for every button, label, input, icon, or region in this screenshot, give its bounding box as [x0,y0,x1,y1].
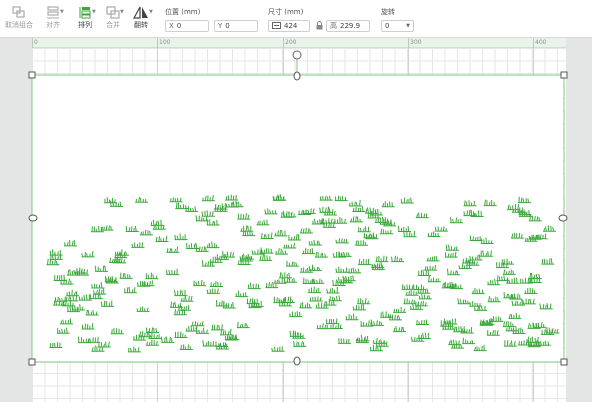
position-y-prefix: Y [218,22,223,30]
arrange-dropdown-caret[interactable]: ▼ [92,9,96,15]
size-width-field[interactable]: 424 [268,20,310,32]
rotate-select[interactable]: 0 ▼ [381,20,414,32]
align-icon [47,6,59,19]
position-y-field[interactable]: Y0 [214,20,258,32]
resize-handle-top[interactable] [293,71,301,81]
size-height-prefix: 高 [330,22,337,30]
align-label: 对齐 [46,21,60,29]
size-width-value: 424 [284,22,298,30]
position-x-value: 0 [176,22,182,30]
resize-handle-bottom-left[interactable] [28,358,36,366]
size-height-field[interactable]: 高 229.9 [326,20,370,32]
ruler-label: 200 [285,39,297,46]
ruler-label: 400 [535,39,547,46]
width-icon [272,22,281,29]
ruler-label: 0 [34,39,38,46]
rotate-dropdown-caret: ▼ [406,23,410,29]
rotate-handle-icon[interactable] [292,50,302,60]
resize-handle-bottom-right[interactable] [560,358,568,366]
ruler-tick [157,38,158,48]
arrange-icon [79,7,91,19]
position-y-value: 0 [225,22,230,30]
size-title: 尺寸 (mm) [268,8,304,16]
lock-icon[interactable] [316,21,323,30]
flip-label: 翻转 [134,21,148,29]
resize-handle-top-left[interactable] [28,71,36,79]
resize-handle-top-right[interactable] [560,71,568,79]
flip-dropdown-caret[interactable]: ▼ [149,9,153,15]
ruler-tick [283,38,284,48]
resize-handle-bottom[interactable] [293,356,301,366]
ruler-tick [533,38,534,48]
position-x-prefix: X [169,22,174,30]
align-dropdown-caret[interactable]: ▼ [60,9,64,15]
position-x-field[interactable]: X0 [165,20,209,32]
ungroup-button[interactable]: 取消组合 [2,6,36,36]
merge-dropdown-caret[interactable]: ▼ [120,9,124,15]
ruler-label: 100 [159,39,171,46]
flip-icon [133,6,148,19]
rotate-title: 旋转 [381,8,395,16]
resize-handle-left[interactable] [28,214,38,222]
toolbar: 取消组合 对齐 ▼ 排列 ▼ 合并 ▼ 翻转 ▼ 位置 (mm) X 0 Y 0… [0,0,592,38]
arrange-label: 排列 [78,21,92,29]
ungroup-label: 取消组合 [5,21,33,29]
merge-label: 合并 [106,21,120,29]
resize-handle-right[interactable] [558,214,568,222]
rotate-value: 0 [385,22,390,30]
size-height-value: 229.9 [340,22,361,30]
ungroup-icon [12,6,25,18]
merge-icon [106,6,120,19]
ruler-tick [408,38,409,48]
ruler-label: 300 [410,39,422,46]
horizontal-ruler: 0 100 200 300 400 [32,38,566,48]
position-title: 位置 (mm) [165,8,201,16]
selected-image-background [32,75,564,362]
ruler-tick [32,38,33,48]
